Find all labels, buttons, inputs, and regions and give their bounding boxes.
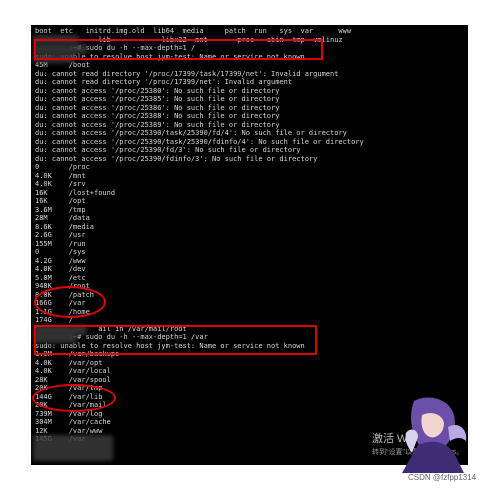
- terminal-line: du: cannot access '/proc/25386': No such…: [35, 103, 280, 112]
- terminal-line: 12K /var/www: [35, 426, 103, 435]
- terminal-line: 4.0K /var/opt: [35, 358, 103, 367]
- annotation-box-command-2: [34, 325, 317, 355]
- terminal-line: 4.0K /srv: [35, 180, 86, 188]
- terminal-line: du: cannot access '/proc/25390/fd/3': No…: [35, 146, 301, 154]
- terminal-line: 3.6M /tmp: [35, 205, 86, 214]
- terminal-line: 304M /var/cache: [35, 418, 111, 426]
- terminal-line: 4.2G /www: [35, 256, 86, 265]
- terminal-line: du: cannot access '/proc/25388': No such…: [35, 112, 280, 120]
- terminal-line: 8.6K /media: [35, 222, 95, 231]
- annotation-box-command-1: [34, 39, 323, 60]
- terminal-line: du: cannot access '/proc/25380': No such…: [35, 86, 280, 95]
- terminal-line: 28M /data: [35, 214, 90, 222]
- terminal-line: du: cannot access '/proc/25389': No such…: [35, 120, 280, 129]
- redacted-region: [33, 435, 113, 461]
- character-wing: [448, 424, 467, 441]
- terminal-line: du: cannot read directory '/proc/17399/t…: [35, 69, 339, 78]
- anime-character-image: [402, 397, 467, 473]
- terminal-line: du: cannot access '/proc/25385': No such…: [35, 95, 280, 103]
- annotation-ellipse-var-lib: [32, 384, 116, 412]
- terminal-line: 2.6G /usr: [35, 231, 86, 239]
- terminal-line: 155M /run: [35, 239, 86, 248]
- terminal-line: du: cannot access '/proc/25390/fdinfo/3'…: [35, 154, 318, 163]
- terminal-line: 16K /lost+found: [35, 188, 116, 197]
- terminal-line: 0 /sys: [35, 248, 86, 256]
- terminal-line: 28K /var/spool: [35, 375, 111, 384]
- terminal-line: du: cannot access '/proc/25390/task/2539…: [35, 137, 364, 146]
- terminal-line: boot etc initrd.img.old lib64 media patc…: [35, 27, 352, 35]
- terminal-line: du: cannot read directory '/proc/17399/n…: [35, 78, 293, 86]
- csdn-credit: CSDN @fzfpp1314: [408, 473, 477, 482]
- terminal-line: 4.0K /var/local: [35, 367, 111, 375]
- terminal-line: 4.0K /dev: [35, 265, 86, 273]
- terminal-line: 0 /proc: [35, 163, 90, 171]
- terminal-line: 5.8M /etc: [35, 273, 86, 282]
- terminal-line: 16K /opt: [35, 197, 86, 205]
- annotation-ellipse-var-home: [34, 286, 106, 318]
- terminal-line: du: cannot access '/proc/25390/task/2539…: [35, 129, 347, 137]
- terminal-line: 4.0K /mnt: [35, 171, 86, 180]
